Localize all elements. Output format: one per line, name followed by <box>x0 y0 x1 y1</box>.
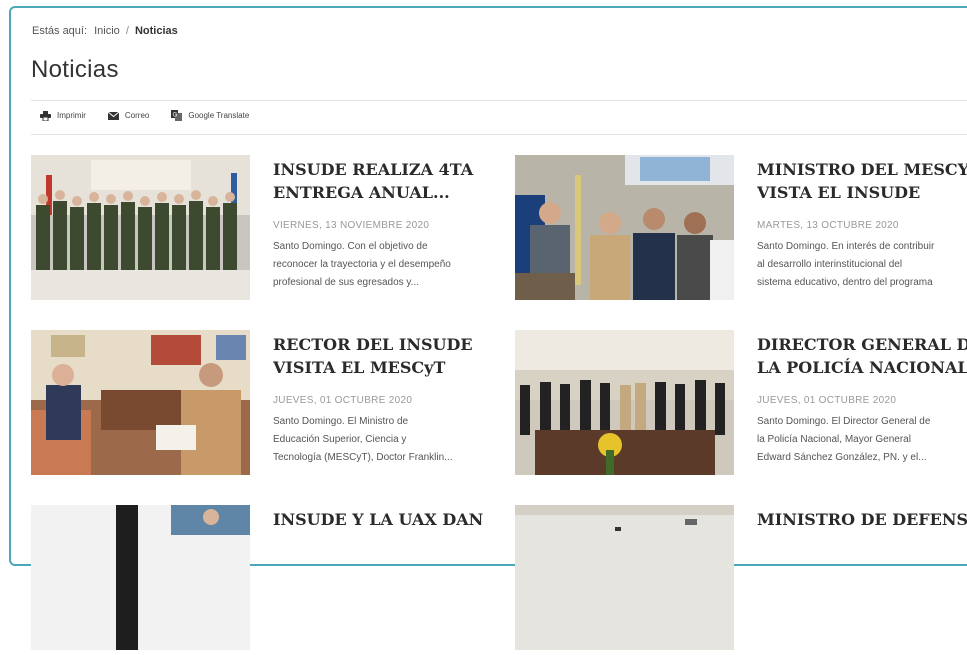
news-card[interactable]: RECTOR DEL INSUDE VISITA EL MESCyT JUEVE… <box>31 330 501 480</box>
page-title: Noticias <box>31 56 119 83</box>
translate-button[interactable]: G Google Translate <box>171 110 249 121</box>
excerpt-line: Santo Domingo. Con el objetivo de <box>273 241 428 252</box>
news-title-line: MINISTRO DE DEFENSA <box>757 510 967 529</box>
toolbar: Imprimir Correo G Google Translate <box>40 110 271 121</box>
news-thumbnail[interactable] <box>31 330 250 475</box>
news-title-line: LA POLICÍA NACIONAL ... <box>757 358 967 377</box>
excerpt-line: reconocer la trayectoria y el desempeño <box>273 259 451 270</box>
news-title-line: VISTA EL INSUDE <box>757 183 921 202</box>
excerpt-line: la Policía Nacional, Mayor General <box>757 434 911 445</box>
breadcrumb-prefix: Estás aquí: <box>32 25 88 37</box>
divider-toolbar <box>31 134 967 135</box>
news-title-line: RECTOR DEL INSUDE <box>273 335 473 354</box>
news-title[interactable]: INSUDE Y LA UAX DAN <box>273 508 508 531</box>
translate-label: Google Translate <box>188 111 250 120</box>
news-date: VIERNES, 13 NOVIEMBRE 2020 <box>273 220 430 231</box>
news-thumbnail[interactable] <box>31 155 250 300</box>
breadcrumb-separator: / <box>125 25 129 37</box>
news-thumbnail[interactable] <box>515 155 734 300</box>
news-title-line: DIRECTOR GENERAL DE <box>757 335 967 354</box>
excerpt-line: Santo Domingo. En interés de contribuir <box>757 241 935 252</box>
news-date: JUEVES, 01 OCTUBRE 2020 <box>757 395 897 406</box>
news-title-line: VISITA EL MESCyT <box>273 358 446 377</box>
news-date: MARTES, 13 OCTUBRE 2020 <box>757 220 899 231</box>
excerpt-line: profesional de sus egresados y... <box>273 277 420 288</box>
news-excerpt: Santo Domingo. En interés de contribuir … <box>757 238 967 292</box>
news-card[interactable]: INSUDE Y LA UAX DAN <box>31 505 501 655</box>
news-card[interactable]: DIRECTOR GENERAL DE LA POLICÍA NACIONAL … <box>515 330 967 480</box>
excerpt-line: Educación Superior, Ciencia y <box>273 434 407 445</box>
news-title[interactable]: INSUDE REALIZA 4TA ENTREGA ANUAL... <box>273 158 508 204</box>
news-date: JUEVES, 01 OCTUBRE 2020 <box>273 395 413 406</box>
news-excerpt: Santo Domingo. Con el objetivo de recono… <box>273 238 503 292</box>
news-title-line: INSUDE Y LA UAX DAN <box>273 510 484 529</box>
news-thumbnail[interactable] <box>515 505 734 650</box>
printer-icon <box>40 110 51 121</box>
email-label: Correo <box>124 111 150 120</box>
news-excerpt: Santo Domingo. El Ministro de Educación … <box>273 413 503 467</box>
news-card[interactable]: MINISTRO DEL MESCYT VISTA EL INSUDE MART… <box>515 155 967 305</box>
news-title-line: INSUDE REALIZA 4TA <box>273 160 474 179</box>
envelope-icon <box>107 111 119 120</box>
breadcrumb-current: Noticias <box>134 25 178 37</box>
news-title-line: MINISTRO DEL MESCYT <box>757 160 967 179</box>
news-thumbnail[interactable] <box>515 330 734 475</box>
news-thumbnail[interactable] <box>31 505 250 650</box>
translate-icon: G <box>171 110 183 121</box>
news-title[interactable]: DIRECTOR GENERAL DE LA POLICÍA NACIONAL … <box>757 333 967 379</box>
print-button[interactable]: Imprimir <box>40 110 86 121</box>
divider-top <box>31 100 967 101</box>
news-title[interactable]: RECTOR DEL INSUDE VISITA EL MESCyT <box>273 333 508 379</box>
excerpt-line: Santo Domingo. El Ministro de <box>273 416 409 427</box>
news-title[interactable]: MINISTRO DEL MESCYT VISTA EL INSUDE <box>757 158 967 204</box>
print-label: Imprimir <box>57 111 86 120</box>
excerpt-line: sistema educativo, dentro del programa <box>757 277 933 288</box>
excerpt-line: Edward Sánchez González, PN. y el... <box>757 452 927 463</box>
excerpt-line: Santo Domingo. El Director General de <box>757 416 931 427</box>
svg-text:G: G <box>173 112 178 119</box>
breadcrumb: Estás aquí: Inicio / Noticias <box>32 25 178 37</box>
news-title-line: ENTREGA ANUAL... <box>273 183 450 202</box>
news-card[interactable]: INSUDE REALIZA 4TA ENTREGA ANUAL... VIER… <box>31 155 501 305</box>
excerpt-line: al desarrollo interinstitucional del <box>757 259 903 270</box>
news-excerpt: Santo Domingo. El Director General de la… <box>757 413 967 467</box>
email-button[interactable]: Correo <box>107 111 150 120</box>
news-title[interactable]: MINISTRO DE DEFENSA <box>757 508 967 531</box>
excerpt-line: Tecnología (MESCyT), Doctor Franklin... <box>273 452 453 463</box>
news-card[interactable]: MINISTRO DE DEFENSA <box>515 505 967 655</box>
breadcrumb-home-link[interactable]: Inicio <box>94 25 120 37</box>
